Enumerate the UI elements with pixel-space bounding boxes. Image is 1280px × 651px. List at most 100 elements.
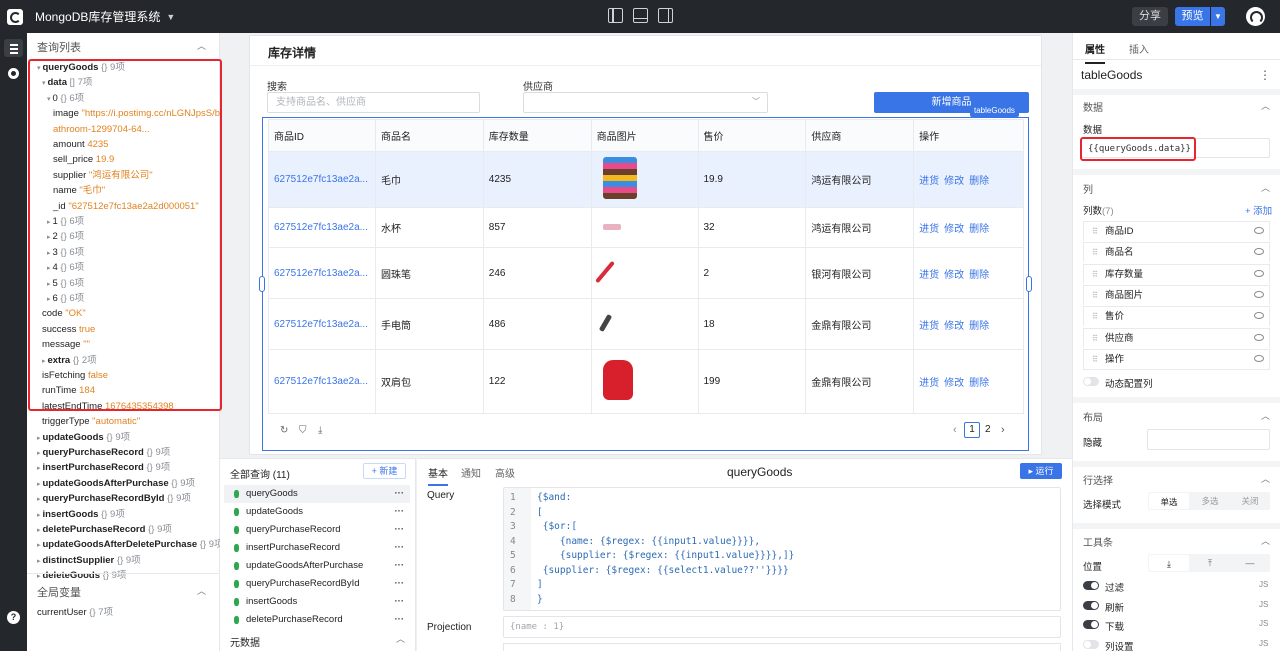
drag-handle-icon[interactable]: ⠿ [1092, 350, 1098, 369]
collapse-icon[interactable]: ︿ [1261, 472, 1270, 485]
tab-basic[interactable]: 基本 [428, 465, 448, 486]
select-mode-single[interactable]: 单选 [1149, 493, 1189, 509]
more-icon[interactable]: ··· [395, 575, 405, 593]
right-panel-toggle-icon[interactable] [658, 8, 673, 23]
collapse-icon[interactable]: ︿ [1261, 181, 1270, 194]
delete-link[interactable]: 删除 [969, 321, 989, 332]
column-header[interactable]: 商品ID [268, 119, 376, 152]
drag-handle-icon[interactable]: ⠿ [1092, 265, 1098, 284]
eye-icon[interactable] [1254, 269, 1264, 277]
collapse-icon[interactable]: ︿ [1261, 534, 1270, 547]
eye-icon[interactable] [1254, 333, 1264, 341]
chevron-down-icon[interactable]: ﹀ [752, 96, 760, 107]
query-item[interactable]: queryGoods ··· [224, 485, 410, 503]
run-button[interactable]: ▸ 运行 [1020, 463, 1062, 479]
query-item[interactable]: insertGoods ··· [224, 593, 410, 611]
drag-handle-icon[interactable]: ⠿ [1092, 222, 1098, 241]
toolbar-toggle-switch[interactable] [1083, 581, 1099, 590]
preview-button[interactable]: 预览 [1175, 7, 1210, 26]
goods-id-cell[interactable]: 627512e7fc13ae2a... [268, 151, 376, 208]
toolbar-toggle-switch[interactable] [1083, 639, 1099, 649]
table-row[interactable]: 627512e7fc13ae2a... 毛巾 4235 19.9 鸿运有限公司 进货 修改删… [268, 151, 1024, 208]
js-icon[interactable]: JS [1259, 619, 1268, 628]
select-mode-multiple[interactable]: 多选 [1190, 492, 1230, 510]
tree-node[interactable]: triggerType "automatic" [42, 415, 140, 428]
drag-handle-icon[interactable]: ⠿ [1092, 243, 1098, 262]
edit-link[interactable]: 修改 [944, 270, 964, 281]
eye-icon[interactable] [1254, 248, 1264, 256]
gear-icon[interactable] [8, 68, 19, 79]
query-item[interactable]: updateGoodsAfterPurchase ··· [224, 557, 410, 575]
tree-node[interactable]: ▸ updateGoods {} 9项 [37, 431, 130, 445]
eye-icon[interactable] [1254, 354, 1264, 362]
next-page-icon[interactable]: › [1001, 424, 1005, 436]
table-row[interactable]: 627512e7fc13ae2a... 水杯 857 32 鸿运有限公司 进货 修改 删除 [268, 207, 1024, 248]
column-header[interactable]: 库存数量 [482, 119, 592, 152]
refresh-icon[interactable]: ↻ [280, 425, 291, 436]
table-row[interactable]: 627512e7fc13ae2a... 双肩包 122 199 金鼎有限公司 进货 修改 删除 [268, 349, 1024, 414]
tree-node[interactable]: ▸ distinctSupplier {} 9项 [37, 554, 141, 568]
resize-handle[interactable] [259, 276, 265, 292]
column-config-row[interactable]: ⠿ 商品图片 [1083, 284, 1270, 305]
column-header[interactable]: 供应商 [805, 119, 915, 152]
query-item[interactable]: deletePurchaseRecord ··· [224, 611, 410, 629]
more-icon[interactable]: ··· [395, 503, 405, 521]
collapse-icon[interactable]: ︿ [1261, 409, 1270, 422]
chevron-down-icon[interactable]: ▼ [166, 12, 175, 22]
restock-link[interactable]: 进货 [919, 270, 939, 281]
hide-input[interactable] [1147, 429, 1270, 450]
page-button-current[interactable]: 1 [964, 422, 980, 438]
column-config-row[interactable]: ⠿ 售价 [1083, 306, 1270, 327]
restock-link[interactable]: 进货 [919, 224, 939, 235]
column-config-row[interactable]: ⠿ 商品ID [1083, 221, 1270, 241]
table-row[interactable]: 627512e7fc13ae2a... 圆珠笔 246 2 银河有限公司 进货 修改 删除 [268, 247, 1024, 299]
restock-link[interactable]: 进货 [919, 321, 939, 332]
edit-link[interactable]: 修改 [944, 224, 964, 235]
add-column-button[interactable]: + 添加 [1245, 203, 1272, 217]
drag-handle-icon[interactable]: ⠿ [1092, 286, 1098, 305]
more-icon[interactable]: ··· [395, 539, 405, 557]
toolbar-toggle-switch[interactable] [1083, 600, 1099, 610]
goods-id-cell[interactable]: 627512e7fc13ae2a... [268, 349, 376, 414]
tree-node[interactable]: ▸ updateGoodsAfterDeletePurchase {} 9项 [37, 538, 224, 552]
tab-advanced[interactable]: 高级 [495, 465, 515, 480]
tree-node[interactable]: ▸ queryPurchaseRecord {} 9项 [37, 446, 170, 460]
eye-icon[interactable] [1254, 290, 1264, 298]
dynamic-columns-toggle[interactable] [1083, 377, 1099, 386]
data-value-highlight[interactable]: {{queryGoods.data}} [1080, 137, 1196, 161]
query-item[interactable]: insertPurchaseRecord ··· [224, 539, 410, 557]
query-item[interactable]: queryPurchaseRecord ··· [224, 521, 410, 539]
toolbar-toggle-switch[interactable] [1083, 620, 1099, 629]
projection-input[interactable]: {name : 1} [503, 616, 1061, 638]
delete-link[interactable]: 删除 [969, 176, 989, 187]
js-icon[interactable]: JS [1259, 639, 1268, 648]
goods-id-cell[interactable]: 627512e7fc13ae2a... [268, 298, 376, 350]
drag-handle-icon[interactable]: ⠿ [1092, 329, 1098, 348]
supplier-select[interactable] [523, 92, 768, 113]
select-mode-off[interactable]: 关闭 [1230, 492, 1270, 510]
tree-node[interactable]: ▸ insertPurchaseRecord {} 9项 [37, 461, 170, 475]
delete-link[interactable]: 删除 [969, 270, 989, 281]
more-icon[interactable]: ··· [395, 611, 405, 629]
table-row[interactable]: 627512e7fc13ae2a... 手电筒 486 18 金鼎有限公司 进货 修改 删除 [268, 298, 1024, 350]
component-name[interactable]: tableGoods [1081, 68, 1142, 82]
goods-id-cell[interactable]: 627512e7fc13ae2a... [268, 247, 376, 299]
share-button[interactable]: 分享 [1132, 7, 1168, 26]
tab-properties[interactable]: 属性 [1085, 41, 1105, 64]
drag-handle-icon[interactable]: ⠿ [1092, 307, 1098, 326]
preview-dropdown-icon[interactable]: ▼ [1211, 7, 1225, 26]
column-config-row[interactable]: ⠿ 操作 [1083, 348, 1270, 369]
list-icon[interactable] [4, 39, 23, 57]
goods-id-cell[interactable]: 627512e7fc13ae2a... [268, 207, 376, 248]
collapse-icon[interactable]: ︿ [197, 39, 206, 52]
edit-link[interactable]: 修改 [944, 176, 964, 187]
search-input[interactable]: 支持商品名、供应商 [267, 92, 480, 113]
bottom-panel-toggle-icon[interactable] [633, 8, 648, 23]
download-icon[interactable]: ⤓ [318, 425, 329, 436]
help-icon[interactable]: ? [7, 611, 20, 624]
position-hidden-icon[interactable]: — [1230, 554, 1270, 572]
eye-icon[interactable] [1254, 227, 1264, 234]
tree-node-currentUser[interactable]: currentUser {} 7项 [37, 606, 113, 619]
position-bottom-icon[interactable]: ⤓ [1149, 555, 1189, 571]
tree-node[interactable]: ▸ deletePurchaseRecord {} 9项 [37, 523, 172, 537]
